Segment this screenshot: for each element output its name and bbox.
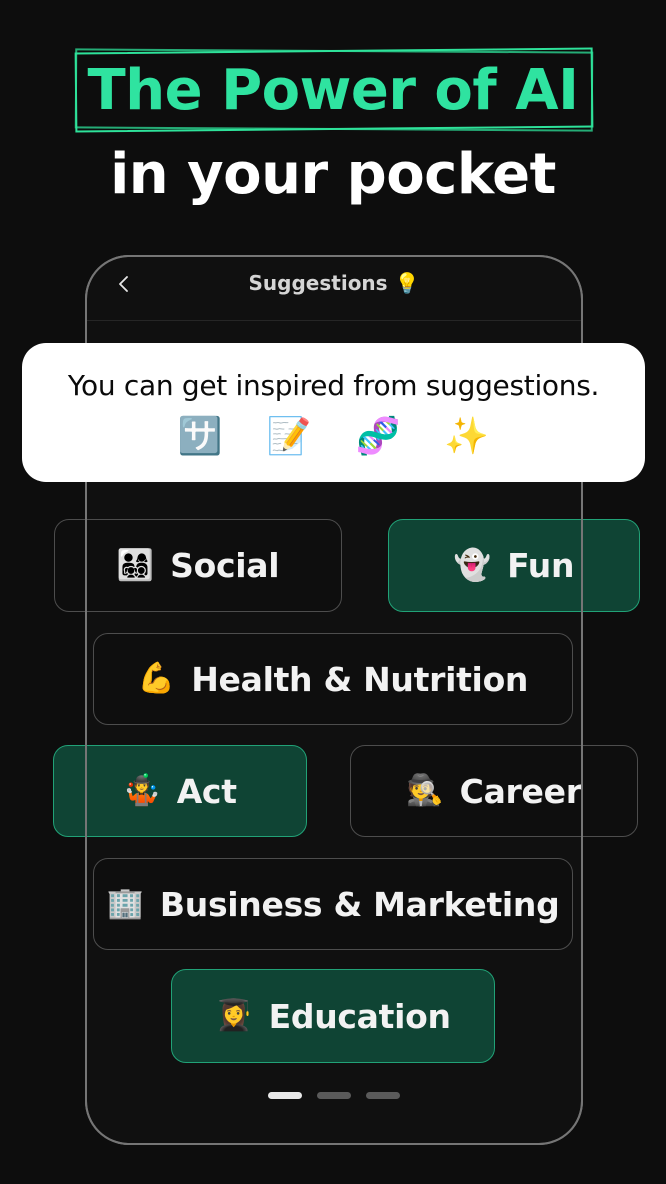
tooltip-text: You can get inspired from suggestions.	[67, 369, 600, 402]
header-divider	[87, 320, 581, 321]
headline-line-2: in your pocket	[110, 142, 556, 207]
category-label-fun: Fun	[507, 546, 575, 585]
tooltip-emoji-row: 🈂️ 📝 🧬 ✨	[22, 413, 645, 459]
category-button-education[interactable]: 👩‍🎓 Education	[171, 969, 495, 1063]
pagination-dash-3[interactable]	[366, 1092, 400, 1099]
category-label-education: Education	[268, 996, 451, 1036]
detective-emoji: 🕵️	[406, 774, 444, 807]
translate-emoji: 🈂️	[177, 415, 223, 456]
app-header: Suggestions 💡	[85, 255, 583, 321]
dna-emoji: 🧬	[355, 415, 401, 456]
promo-screenshot: The Power of AI in your pocket Suggestio…	[0, 0, 666, 1184]
flexed-biceps-emoji: 💪	[137, 662, 176, 695]
category-label-business: Business & Marketing	[159, 884, 560, 924]
pagination-indicator[interactable]	[85, 1092, 583, 1099]
category-button-act[interactable]: 🤹 Act	[53, 745, 307, 837]
juggling-emoji: 🤹	[123, 774, 161, 807]
headline-line-1: The Power of AI	[87, 58, 579, 123]
office-building-emoji: 🏢	[106, 887, 144, 920]
family-emoji: 👨‍👩‍👧‍👦	[116, 548, 155, 582]
category-label-act: Act	[176, 771, 237, 811]
category-label-career: Career	[459, 771, 582, 811]
page-title: Suggestions 💡	[248, 271, 420, 295]
memo-emoji: 📝	[266, 415, 312, 456]
category-button-health[interactable]: 💪 Health & Nutrition	[93, 633, 573, 725]
category-button-business[interactable]: 🏢 Business & Marketing	[93, 858, 573, 950]
category-button-career[interactable]: 🕵️ Career	[350, 745, 638, 837]
pagination-dash-1[interactable]	[268, 1092, 302, 1099]
category-label-social: Social	[170, 546, 280, 585]
sparkles-emoji: ✨	[444, 415, 490, 456]
pagination-dash-2[interactable]	[317, 1092, 351, 1099]
category-button-fun[interactable]: 👻 Fun	[388, 519, 640, 612]
headline-block: The Power of AI in your pocket	[0, 0, 666, 230]
category-label-health: Health & Nutrition	[191, 659, 529, 699]
category-button-social[interactable]: 👨‍👩‍👧‍👦 Social	[54, 519, 342, 612]
tooltip-card[interactable]: You can get inspired from suggestions. 🈂…	[22, 343, 645, 482]
ghost-emoji: 👻	[453, 548, 492, 582]
graduate-emoji: 👩‍🎓	[215, 999, 253, 1032]
